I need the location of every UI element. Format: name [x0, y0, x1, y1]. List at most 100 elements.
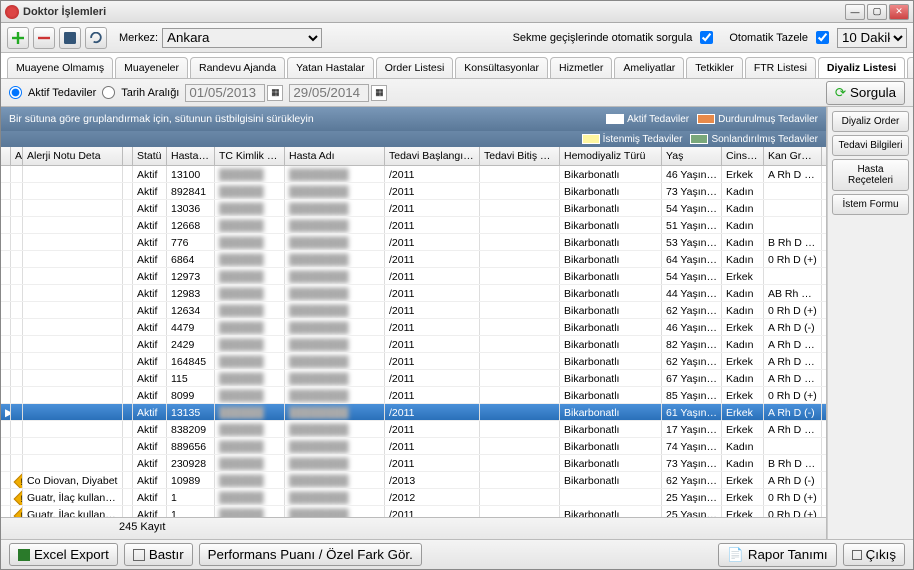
table-row[interactable]: Aktif892841██████████████/2011Bikarbonat…	[1, 183, 826, 200]
performans-button[interactable]: Performans Puanı / Özel Fark Gör.	[199, 543, 422, 566]
table-row[interactable]: Aktif230928██████████████/2011Bikarbonat…	[1, 455, 826, 472]
table-row[interactable]: Aktif8099██████████████/2011Bikarbonatlı…	[1, 387, 826, 404]
cell: Bikarbonatlı	[560, 472, 662, 488]
sorgula-button[interactable]: ⟳Sorgula	[826, 81, 905, 105]
tab-ftr-listesi[interactable]: FTR Listesi	[745, 57, 816, 78]
cell: ████████	[285, 353, 385, 369]
cell	[1, 200, 11, 216]
performans-label: Performans Puanı / Özel Fark Gör.	[208, 547, 413, 562]
tarih-araligi-radio[interactable]	[102, 86, 115, 99]
tedavi-bilgileri-button[interactable]: Tedavi Bilgileri	[832, 135, 909, 156]
col-header[interactable]: Kan Grubu	[764, 147, 822, 165]
col-header[interactable]: Hasta Adı	[285, 147, 385, 165]
tab-muayeneler[interactable]: Muayeneler	[115, 57, 188, 78]
tab-muayene-olmamış[interactable]: Muayene Olmamış	[7, 57, 113, 78]
col-header[interactable]: Tedavi Bitiş Tarihi	[480, 147, 560, 165]
cikis-label: Çıkış	[866, 547, 896, 562]
calendar-icon[interactable]: ▦	[371, 85, 387, 101]
close-button[interactable]: ✕	[889, 4, 909, 20]
col-header[interactable]	[1, 147, 11, 165]
col-header[interactable]: Tedavi Başlangıç Tarihi	[385, 147, 480, 165]
cell	[123, 200, 133, 216]
col-header[interactable]	[123, 147, 133, 165]
tab-ameliyatlar[interactable]: Ameliyatlar	[614, 57, 684, 78]
cell: 8099	[167, 387, 215, 403]
cell: 51 Yaşında	[662, 217, 722, 233]
cell	[764, 268, 822, 284]
cikis-button[interactable]: Çıkış	[843, 543, 905, 566]
table-row[interactable]: Aktif13036██████████████/2011Bikarbonatl…	[1, 200, 826, 217]
tab-randevu-ajanda[interactable]: Randevu Ajanda	[190, 57, 285, 78]
save-button[interactable]	[59, 27, 81, 49]
table-row[interactable]: Aktif13100██████████████/2011Bikarbonatl…	[1, 166, 826, 183]
add-button[interactable]	[7, 27, 29, 49]
minimize-button[interactable]: —	[845, 4, 865, 20]
tab-diyaliz-listesi[interactable]: Diyaliz Listesi	[818, 57, 905, 79]
table-row[interactable]: Aktif12634██████████████/2011Bikarbonatl…	[1, 302, 826, 319]
tab-hizmetler[interactable]: Hizmetler	[550, 57, 612, 78]
cell: Bikarbonatlı	[560, 455, 662, 471]
col-header[interactable]: Cinsiyet	[722, 147, 764, 165]
table-row[interactable]: Aktif6864██████████████/2011Bikarbonatlı…	[1, 251, 826, 268]
bastir-button[interactable]: Bastır	[124, 543, 193, 566]
auto-query-checkbox[interactable]	[700, 31, 713, 44]
table-row[interactable]: Aktif838209██████████████/2011Bikarbonat…	[1, 421, 826, 438]
table-row[interactable]: Aktif12973██████████████/2011Bikarbonatl…	[1, 268, 826, 285]
cell: ████████	[285, 438, 385, 454]
aktif-tedaviler-radio[interactable]	[9, 86, 22, 99]
date-from-input[interactable]	[185, 84, 265, 102]
cell	[480, 319, 560, 335]
refresh-button[interactable]	[85, 27, 107, 49]
remove-button[interactable]	[33, 27, 55, 49]
rapor-tanimi-button[interactable]: 📄Rapor Tanımı	[718, 543, 836, 567]
cell	[11, 387, 23, 403]
table-row[interactable]: Aktif776██████████████/2011Bikarbonatlı5…	[1, 234, 826, 251]
auto-refresh-checkbox[interactable]	[816, 31, 829, 44]
table-row[interactable]: ▶Aktif13135██████████████/2011Bikarbonat…	[1, 404, 826, 421]
calendar-icon[interactable]: ▦	[267, 85, 283, 101]
excel-export-button[interactable]: Excel Export	[9, 543, 118, 566]
cell: Erkek	[722, 268, 764, 284]
table-row[interactable]: Aktif12983██████████████/2011Bikarbonatl…	[1, 285, 826, 302]
col-header[interactable]: Hasta No	[167, 147, 215, 165]
refresh-interval-select[interactable]: 10 Dakika	[837, 28, 907, 48]
tab-order-listesi[interactable]: Order Listesi	[376, 57, 454, 78]
table-row[interactable]: Aktif889656██████████████/2011Bikarbonat…	[1, 438, 826, 455]
tab-yatan-hastalar[interactable]: Yatan Hastalar	[287, 57, 374, 78]
cell	[23, 251, 123, 267]
cell: ██████	[215, 200, 285, 216]
cell: /2011	[385, 166, 480, 182]
table-row[interactable]: Aktif2429██████████████/2011Bikarbonatlı…	[1, 336, 826, 353]
col-header[interactable]: Yaş	[662, 147, 722, 165]
cell	[123, 336, 133, 352]
col-header[interactable]: Statü	[133, 147, 167, 165]
tab-tetkikler[interactable]: Tetkikler	[686, 57, 743, 78]
cell	[23, 166, 123, 182]
excel-label: Excel Export	[34, 547, 109, 562]
grid-body[interactable]: Aktif13100██████████████/2011Bikarbonatl…	[1, 166, 826, 517]
col-header[interactable]: A	[11, 147, 23, 165]
tab-başvuru-muayene-özetleri[interactable]: Başvuru Muayene Özetleri	[907, 57, 913, 78]
cell	[1, 319, 11, 335]
table-row[interactable]: Guatr, İlaç kullanımı,Aktif1████████████…	[1, 489, 826, 506]
table-row[interactable]: Aktif4479██████████████/2011Bikarbonatlı…	[1, 319, 826, 336]
cell	[23, 438, 123, 454]
table-row[interactable]: Aktif164845██████████████/2011Bikarbonat…	[1, 353, 826, 370]
hasta-receteleri-button[interactable]: Hasta Reçeteleri	[832, 159, 909, 191]
diyaliz-order-button[interactable]: Diyaliz Order	[832, 111, 909, 132]
cell	[1, 370, 11, 386]
table-row[interactable]: Aktif115██████████████/2011Bikarbonatlı6…	[1, 370, 826, 387]
col-header[interactable]: TC Kimlik No	[215, 147, 285, 165]
cell: Aktif	[133, 183, 167, 199]
col-header[interactable]: Hemodiyaliz Türü	[560, 147, 662, 165]
table-row[interactable]: Aktif12668██████████████/2011Bikarbonatl…	[1, 217, 826, 234]
tab-konsültasyonlar[interactable]: Konsültasyonlar	[455, 57, 548, 78]
merkez-select[interactable]: Ankara	[162, 28, 322, 48]
maximize-button[interactable]: ▢	[867, 4, 887, 20]
group-panel[interactable]: Bir sütuna göre gruplandırmak için, sütu…	[1, 107, 826, 131]
date-to-input[interactable]	[289, 84, 369, 102]
table-row[interactable]: Guatr, İlaç kullanımı,Aktif1████████████…	[1, 506, 826, 517]
istem-formu-button[interactable]: İstem Formu	[832, 194, 909, 215]
table-row[interactable]: Co Diovan, DiyabetAktif10989████████████…	[1, 472, 826, 489]
col-header[interactable]: Alerji Notu Deta	[23, 147, 123, 165]
